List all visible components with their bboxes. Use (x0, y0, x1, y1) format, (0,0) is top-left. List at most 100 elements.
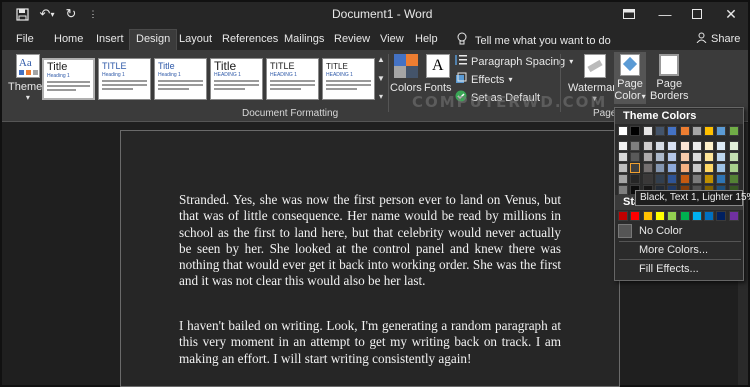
color-swatch[interactable] (704, 163, 715, 173)
gallery-expand-icon[interactable]: ▾ (379, 92, 383, 101)
color-swatch[interactable] (691, 141, 702, 151)
color-swatch[interactable] (654, 152, 665, 162)
color-swatch[interactable] (679, 141, 690, 151)
tab-insert[interactable]: Insert (96, 30, 124, 50)
color-swatch[interactable] (691, 174, 702, 184)
page-color-button[interactable]: Page Color ▾ (614, 52, 646, 104)
color-swatch[interactable] (630, 126, 641, 136)
more-colors-option[interactable]: More Colors... (639, 244, 708, 256)
undo-icon[interactable]: ↶ ▾ (36, 5, 58, 23)
color-swatch[interactable] (642, 152, 653, 162)
color-swatch[interactable] (667, 152, 678, 162)
color-swatch[interactable] (716, 126, 727, 136)
color-swatch[interactable] (716, 174, 727, 184)
standard-color-swatch[interactable] (667, 211, 678, 221)
color-swatch[interactable] (618, 163, 628, 173)
color-swatch[interactable] (716, 163, 727, 173)
color-swatch[interactable] (618, 185, 628, 195)
color-swatch[interactable] (679, 174, 690, 184)
color-swatch[interactable] (728, 126, 739, 136)
redo-icon[interactable]: ↻ (62, 5, 80, 23)
standard-color-swatch[interactable] (654, 211, 665, 221)
color-swatch[interactable] (630, 174, 641, 184)
style-thumb-6[interactable]: TITLE HEADING 1 (322, 58, 375, 100)
document-page[interactable]: Stranded. Yes, she was now the first per… (120, 130, 620, 387)
color-swatch[interactable] (667, 174, 678, 184)
tab-design[interactable]: Design (129, 29, 178, 50)
standard-color-swatch[interactable] (704, 211, 715, 221)
color-swatch[interactable] (642, 141, 653, 151)
tab-help[interactable]: Help (415, 30, 438, 50)
color-swatch[interactable] (642, 174, 653, 184)
tab-file[interactable]: File (16, 30, 34, 50)
standard-color-swatch[interactable] (618, 211, 628, 221)
tab-mailings[interactable]: Mailings (284, 30, 324, 50)
standard-color-swatch[interactable] (642, 211, 653, 221)
color-swatch[interactable] (691, 126, 702, 136)
paragraph-1[interactable]: Stranded. Yes, she was now the first per… (179, 192, 561, 290)
colors-button[interactable]: Colors (390, 54, 422, 94)
color-swatch[interactable] (679, 126, 690, 136)
color-swatch[interactable] (630, 152, 641, 162)
tab-view[interactable]: View (380, 30, 404, 50)
gallery-scrollbar[interactable]: ▲ ▼ ▾ (375, 55, 387, 101)
color-swatch[interactable] (691, 163, 702, 173)
color-swatch[interactable] (618, 126, 628, 136)
standard-color-swatch[interactable] (691, 211, 702, 221)
fill-effects-option[interactable]: Fill Effects... (639, 263, 699, 275)
color-swatch[interactable] (704, 126, 715, 136)
color-swatch[interactable] (654, 141, 665, 151)
style-thumb-1[interactable]: Title Heading 1 (42, 58, 95, 100)
standard-color-swatch[interactable] (679, 211, 690, 221)
scroll-down-icon[interactable]: ▼ (377, 74, 385, 83)
color-swatch[interactable] (716, 141, 727, 151)
tab-home[interactable]: Home (54, 30, 83, 50)
color-swatch[interactable] (654, 163, 665, 173)
tab-review[interactable]: Review (334, 30, 370, 50)
more-icon[interactable]: ⋮ (86, 5, 100, 23)
color-swatch[interactable] (728, 174, 739, 184)
color-swatch[interactable] (728, 141, 739, 151)
scroll-up-icon[interactable]: ▲ (377, 55, 385, 64)
minimize-icon[interactable]: — (650, 4, 680, 24)
color-swatch[interactable] (716, 152, 727, 162)
style-thumb-2[interactable]: TITLE Heading 1 (98, 58, 151, 100)
fonts-button[interactable]: A Fonts (424, 54, 452, 94)
style-thumb-4[interactable]: Title HEADING 1 (210, 58, 263, 100)
color-swatch[interactable] (728, 152, 739, 162)
color-swatch[interactable] (654, 126, 665, 136)
standard-color-swatch[interactable] (630, 211, 641, 221)
style-thumb-3[interactable]: Title Heading 1 (154, 58, 207, 100)
tab-references[interactable]: References (222, 30, 278, 50)
color-swatch[interactable] (704, 174, 715, 184)
color-swatch[interactable] (704, 141, 715, 151)
ribbon-display-icon[interactable] (614, 4, 644, 24)
maximize-icon[interactable] (682, 4, 712, 24)
color-swatch[interactable] (630, 163, 641, 173)
color-swatch[interactable] (679, 163, 690, 173)
color-swatch[interactable] (667, 126, 678, 136)
color-swatch[interactable] (691, 152, 702, 162)
tell-me-search[interactable]: Tell me what you want to do (457, 32, 611, 49)
color-swatch[interactable] (667, 141, 678, 151)
color-swatch[interactable] (704, 152, 715, 162)
color-swatch[interactable] (630, 141, 641, 151)
color-swatch[interactable] (679, 152, 690, 162)
color-swatch[interactable] (618, 141, 628, 151)
paragraph-spacing-button[interactable]: Paragraph Spacing ▾ (455, 54, 573, 69)
effects-button[interactable]: Effects ▾ (455, 72, 512, 87)
color-swatch[interactable] (618, 152, 628, 162)
standard-color-swatch[interactable] (728, 211, 739, 221)
standard-color-swatch[interactable] (716, 211, 727, 221)
color-swatch[interactable] (667, 163, 678, 173)
no-color-option[interactable]: No Color (639, 225, 682, 237)
color-swatch[interactable] (642, 126, 653, 136)
color-swatch[interactable] (654, 174, 665, 184)
style-set-gallery[interactable]: Title Heading 1 TITLE Heading 1 Title He… (42, 55, 387, 103)
page-borders-button[interactable]: Page Borders (650, 54, 689, 102)
paragraph-2[interactable]: I haven't bailed on writing. Look, I'm g… (179, 318, 561, 367)
close-icon[interactable]: ✕ (716, 4, 746, 24)
share-button[interactable]: Share (696, 32, 740, 46)
color-swatch[interactable] (642, 163, 653, 173)
style-thumb-5[interactable]: TITLE HEADING 1 (266, 58, 319, 100)
